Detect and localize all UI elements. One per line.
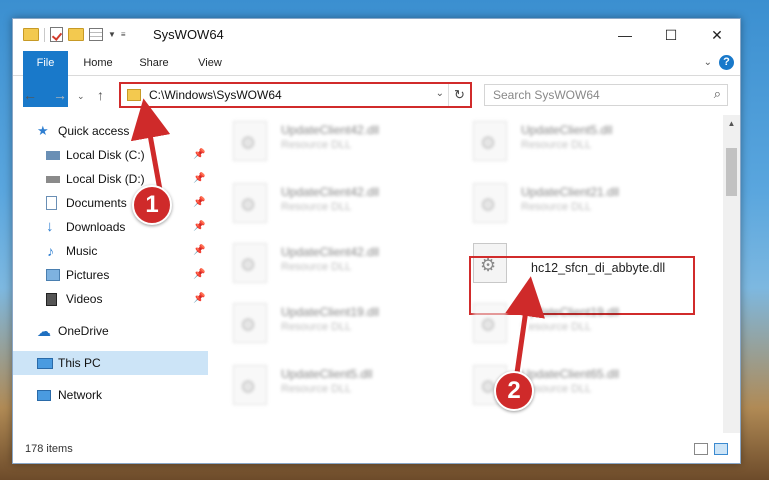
toolbar-divider	[44, 27, 45, 42]
address-path[interactable]: C:\Windows\SysWOW64	[149, 88, 282, 102]
drive-icon	[46, 151, 60, 160]
file-item[interactable]: UpdateClient42.dll Resource DLL	[209, 239, 429, 295]
vertical-scrollbar[interactable]: ▲	[723, 115, 740, 433]
nav-item-network[interactable]: Network	[13, 383, 208, 407]
scrollbar-thumb[interactable]	[726, 148, 737, 196]
file-item[interactable]: UpdateClient5.dll Resource DLL	[209, 361, 429, 417]
dll-file-icon	[473, 121, 507, 161]
recent-locations-icon[interactable]: ⌄	[77, 91, 85, 102]
file-list: UpdateClient42.dll Resource DLL UpdateCl…	[209, 115, 723, 433]
quick-access-toolbar: ▼ ≡	[23, 27, 126, 42]
cloud-icon: ☁	[37, 323, 51, 339]
file-item[interactable]: UpdateClient5.dll Resource DLL	[449, 117, 669, 173]
file-item[interactable]: UpdateClient21.dll Resource DLL	[449, 179, 669, 235]
file-item[interactable]: UpdateClient19.dll Resource DLL	[449, 299, 669, 355]
dll-file-icon	[473, 183, 507, 223]
item-count: 178 items	[25, 443, 73, 455]
chevron-down-icon[interactable]: ▼	[108, 30, 116, 39]
file-item[interactable]: UpdateClient42.dll Resource DLL	[209, 117, 429, 173]
pin-icon[interactable]: 📌	[193, 215, 205, 239]
pin-icon[interactable]: 📌	[193, 191, 205, 215]
nav-item-music[interactable]: ♪ Music 📌	[13, 239, 208, 263]
nav-item-this-pc[interactable]: This PC	[13, 351, 208, 375]
nav-item-downloads[interactable]: ↓ Downloads 📌	[13, 215, 208, 239]
drive-icon	[46, 176, 60, 183]
file-item[interactable]: UpdateClient19.dll Resource DLL	[209, 299, 429, 355]
dll-file-icon	[233, 303, 267, 343]
dll-file-icon	[233, 365, 267, 405]
pin-icon[interactable]: 📌	[193, 263, 205, 287]
properties-icon[interactable]	[89, 28, 103, 41]
dll-file-icon	[233, 121, 267, 161]
scroll-up-icon[interactable]: ▲	[723, 115, 740, 132]
nav-item-videos[interactable]: Videos 📌	[13, 287, 208, 311]
ribbon-tabs: File Home Share View ⌄ ?	[13, 51, 740, 107]
pin-icon[interactable]: 📌	[193, 167, 205, 191]
file-item[interactable]: UpdateClient65.dll Resource DLL	[449, 361, 669, 417]
tab-view[interactable]: View	[185, 51, 235, 75]
search-icon[interactable]: ⌕	[714, 86, 721, 102]
help-icon[interactable]: ?	[719, 55, 734, 70]
close-button[interactable]: ✕	[694, 19, 740, 51]
customize-toolbar-icon[interactable]: ≡	[121, 30, 126, 39]
dll-file-icon	[473, 303, 507, 343]
explorer-window: ▼ ≡ SysWOW64 — ☐ ✕ File Home Share View …	[12, 18, 741, 464]
nav-item-local-disk-d[interactable]: Local Disk (D:) 📌	[13, 167, 208, 191]
minimize-button[interactable]: —	[602, 19, 648, 51]
expand-ribbon-icon[interactable]: ⌄	[704, 57, 712, 68]
search-placeholder: Search SysWOW64	[493, 88, 600, 102]
nav-item-pictures[interactable]: Pictures 📌	[13, 263, 208, 287]
tab-home[interactable]: Home	[73, 51, 123, 75]
star-icon: ★	[37, 123, 49, 138]
address-bar[interactable]: C:\Windows\SysWOW64 ⌄ ↻	[119, 82, 472, 108]
nav-item-quick-access[interactable]: ★ Quick access	[13, 119, 208, 143]
nav-item-local-disk-c[interactable]: Local Disk (C:) 📌	[13, 143, 208, 167]
details-view-icon[interactable]	[694, 443, 708, 455]
up-icon[interactable]: ↑	[97, 87, 104, 103]
title-bar: ▼ ≡ SysWOW64 — ☐ ✕	[13, 19, 740, 51]
nav-item-onedrive[interactable]: ☁ OneDrive	[13, 319, 208, 343]
refresh-icon[interactable]: ↻	[448, 84, 470, 106]
navigation-pane: ★ Quick access Local Disk (C:) 📌 Local D…	[13, 115, 208, 433]
dll-file-icon	[233, 243, 267, 283]
search-input[interactable]: Search SysWOW64 ⌕	[484, 84, 728, 106]
dll-file-icon	[233, 183, 267, 223]
new-folder-icon[interactable]	[68, 28, 84, 41]
folder-icon	[127, 89, 141, 101]
network-icon	[37, 390, 51, 401]
music-note-icon: ♪	[47, 243, 54, 259]
pin-icon[interactable]: 📌	[193, 143, 205, 167]
chevron-down-icon[interactable]: ⌄	[436, 88, 444, 99]
pin-icon[interactable]: 📌	[193, 287, 205, 311]
nav-item-documents[interactable]: Documents 📌	[13, 191, 208, 215]
properties-check-icon[interactable]	[50, 27, 63, 42]
back-icon[interactable]: ←	[23, 87, 37, 103]
navigation-bar: ← → ⌄ ↑ C:\Windows\SysWOW64 ⌄ ↻ Search S…	[13, 77, 740, 113]
status-bar: 178 items	[13, 437, 740, 463]
folder-icon	[23, 28, 39, 41]
download-arrow-icon: ↓	[46, 218, 54, 235]
video-film-icon	[46, 293, 57, 306]
step-badge-2: 2	[494, 371, 534, 411]
tab-share[interactable]: Share	[129, 51, 179, 75]
computer-icon	[37, 358, 53, 369]
maximize-button[interactable]: ☐	[648, 19, 694, 51]
documents-icon	[46, 196, 57, 210]
pictures-icon	[46, 269, 60, 281]
pin-icon[interactable]: 📌	[193, 239, 205, 263]
file-item[interactable]: UpdateClient42.dll Resource DLL	[209, 179, 429, 235]
step-badge-1: 1	[132, 185, 172, 225]
large-icons-view-icon[interactable]	[714, 443, 728, 455]
window-title: SysWOW64	[153, 27, 224, 42]
forward-icon[interactable]: →	[53, 87, 67, 103]
